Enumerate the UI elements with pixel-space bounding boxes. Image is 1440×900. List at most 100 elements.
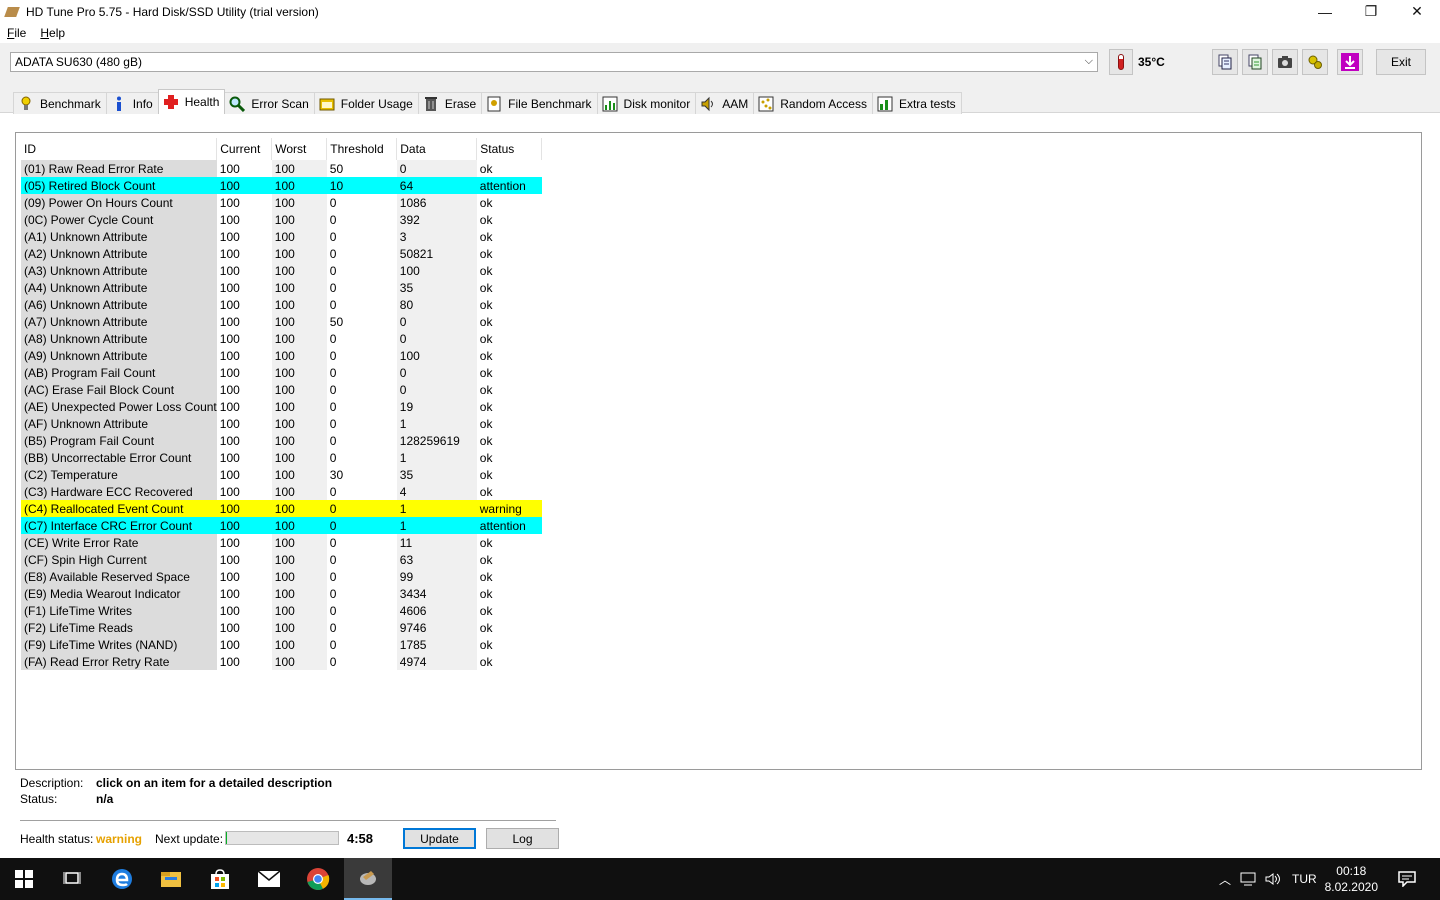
window-controls: — ❐ ✕: [1302, 0, 1440, 23]
table-row[interactable]: (05) Retired Block Count 100 100 10 64 attent…: [21, 177, 542, 194]
column-header-status[interactable]: Status: [476, 138, 543, 160]
hdtune-icon: [360, 871, 376, 885]
save-button[interactable]: [1337, 49, 1363, 75]
table-row[interactable]: (A4) Unknown Attribute 100 100 0 35 ok: [21, 279, 542, 296]
column-header-threshold[interactable]: Threshold: [326, 138, 398, 160]
table-row[interactable]: (0C) Power Cycle Count 100 100 0 392 ok: [21, 211, 542, 228]
table-row[interactable]: (BB) Uncorrectable Error Count 100 100 0 1 ok: [21, 449, 542, 466]
column-header-data[interactable]: Data: [396, 138, 478, 160]
action-center-button[interactable]: [1386, 858, 1428, 900]
temperature-button[interactable]: [1109, 49, 1133, 75]
table-row[interactable]: (C7) Interface CRC Error Count 100 100 0 1 at…: [21, 517, 542, 534]
tab-aam[interactable]: AAM: [695, 92, 755, 114]
copy-text-button[interactable]: [1212, 49, 1238, 75]
taskbar-mail[interactable]: [245, 858, 293, 900]
tab-folder-usage[interactable]: Folder Usage: [313, 92, 419, 114]
tab-random-access[interactable]: Random Access: [753, 92, 873, 114]
chevron-down-icon[interactable]: ⌵: [1085, 55, 1093, 68]
cell-data: 0: [396, 160, 477, 177]
cell-id: (A6) Unknown Attribute: [21, 296, 217, 313]
extra-tests-icon: [877, 96, 893, 112]
table-row[interactable]: (F2) LifeTime Reads 100 100 0 9746 ok: [21, 619, 542, 636]
cell-status: ok: [479, 365, 493, 380]
table-row[interactable]: (CF) Spin High Current 100 100 0 63 ok: [21, 551, 542, 568]
taskbar-hdtune[interactable]: [344, 858, 392, 900]
tab-benchmark[interactable]: Benchmark: [13, 92, 107, 114]
update-button[interactable]: Update: [403, 828, 476, 849]
taskbar-store[interactable]: [196, 858, 244, 900]
table-row[interactable]: (AC) Erase Fail Block Count 100 100 0 0 ok: [21, 381, 542, 398]
options-icon: [1308, 55, 1322, 69]
table-row[interactable]: (A3) Unknown Attribute 100 100 0 100 ok: [21, 262, 542, 279]
volume-icon[interactable]: [1264, 872, 1282, 886]
tab-extra-tests[interactable]: Extra tests: [871, 92, 962, 114]
task-view-button[interactable]: [48, 858, 96, 900]
window-title: HD Tune Pro 5.75 - Hard Disk/SSD Utility…: [26, 4, 319, 19]
table-row[interactable]: (C2) Temperature 100 100 30 35 ok: [21, 466, 542, 483]
exit-button[interactable]: Exit: [1376, 49, 1426, 75]
smart-attributes-list[interactable]: ID Current Worst Threshold Data Status (…: [15, 132, 1422, 770]
cell-status: ok: [479, 297, 493, 312]
tab-erase[interactable]: Erase: [417, 92, 483, 114]
cell-threshold: 30: [329, 467, 344, 482]
column-header-current[interactable]: Current: [216, 138, 273, 160]
table-row[interactable]: (AE) Unexpected Power Loss Count 100 100 0 1…: [21, 398, 542, 415]
tab-disk-monitor[interactable]: Disk monitor: [596, 92, 697, 114]
table-row[interactable]: (AF) Unknown Attribute 100 100 0 1 ok: [21, 415, 542, 432]
chevron-up-icon[interactable]: ︿: [1216, 871, 1234, 888]
cell-worst: 100: [271, 466, 327, 483]
network-icon[interactable]: [1240, 872, 1258, 886]
options-button[interactable]: [1302, 49, 1328, 75]
table-row[interactable]: (C3) Hardware ECC Recovered 100 100 0 4 ok: [21, 483, 542, 500]
menu-file[interactable]: File: [0, 26, 33, 40]
cell-id: (C4) Reallocated Event Count: [21, 500, 217, 517]
table-row[interactable]: (A9) Unknown Attribute 100 100 0 100 ok: [21, 347, 542, 364]
clock-time: 00:18: [1336, 864, 1367, 878]
close-button[interactable]: ✕: [1394, 0, 1440, 23]
taskbar-clock[interactable]: 00:18 8.02.2020: [1325, 863, 1378, 895]
tab-info[interactable]: Info: [105, 92, 159, 114]
table-row[interactable]: (A2) Unknown Attribute 100 100 0 50821 ok: [21, 245, 542, 262]
table-row[interactable]: (F9) LifeTime Writes (NAND) 100 100 0 1785 ok: [21, 636, 542, 653]
log-button[interactable]: Log: [486, 828, 559, 849]
copy-info-button[interactable]: [1242, 49, 1268, 75]
table-row[interactable]: (FA) Read Error Retry Rate 100 100 0 4974 ok: [21, 653, 542, 670]
restore-button[interactable]: ❐: [1348, 0, 1394, 23]
table-row[interactable]: (A8) Unknown Attribute 100 100 0 0 ok: [21, 330, 542, 347]
cell-worst: 100: [271, 551, 327, 568]
taskbar: ︿ TUR 00:18 8.02.2020: [0, 858, 1440, 900]
tab-file-benchmark[interactable]: File Benchmark: [481, 92, 598, 114]
table-row[interactable]: (CE) Write Error Rate 100 100 0 11 ok: [21, 534, 542, 551]
cell-data: 0: [396, 364, 477, 381]
taskbar-edge[interactable]: [98, 858, 146, 900]
start-button[interactable]: [0, 858, 48, 900]
table-row[interactable]: (B5) Program Fail Count 100 100 0 128259619 o…: [21, 432, 542, 449]
table-row[interactable]: (F1) LifeTime Writes 100 100 0 4606 ok: [21, 602, 542, 619]
cell-threshold: 0: [329, 212, 337, 227]
table-row[interactable]: (01) Raw Read Error Rate 100 100 50 0 ok: [21, 160, 542, 177]
table-row[interactable]: (A6) Unknown Attribute 100 100 0 80 ok: [21, 296, 542, 313]
table-row[interactable]: (09) Power On Hours Count 100 100 0 1086 ok: [21, 194, 542, 211]
mail-icon: [257, 870, 281, 887]
cell-worst: 100: [271, 585, 327, 602]
tab-error-scan[interactable]: Error Scan: [224, 92, 315, 114]
table-row[interactable]: (E8) Available Reserved Space 100 100 0 99 ok: [21, 568, 542, 585]
minimize-button[interactable]: —: [1302, 0, 1348, 23]
taskbar-file-explorer[interactable]: [147, 858, 195, 900]
screenshot-button[interactable]: [1272, 49, 1298, 75]
table-row[interactable]: (A7) Unknown Attribute 100 100 50 0 ok: [21, 313, 542, 330]
table-row[interactable]: (A1) Unknown Attribute 100 100 0 3 ok: [21, 228, 542, 245]
menu-help[interactable]: Help: [33, 26, 72, 40]
tab-health[interactable]: Health: [157, 89, 226, 114]
table-row[interactable]: (AB) Program Fail Count 100 100 0 0 ok: [21, 364, 542, 381]
column-header-id[interactable]: ID: [21, 138, 218, 160]
speaker-icon: [700, 96, 716, 112]
status-value: n/a: [96, 792, 114, 806]
taskbar-chrome[interactable]: [294, 858, 342, 900]
drive-select[interactable]: ADATA SU630 (480 gB) ⌵: [10, 52, 1098, 72]
column-header-worst[interactable]: Worst: [271, 138, 328, 160]
table-row[interactable]: (C4) Reallocated Event Count 100 100 0 1 warn…: [21, 500, 542, 517]
tab-strip: Benchmark Info Health Error Scan Folder …: [13, 89, 962, 114]
table-row[interactable]: (E9) Media Wearout Indicator 100 100 0 3434 o…: [21, 585, 542, 602]
input-language[interactable]: TUR: [1292, 872, 1317, 886]
